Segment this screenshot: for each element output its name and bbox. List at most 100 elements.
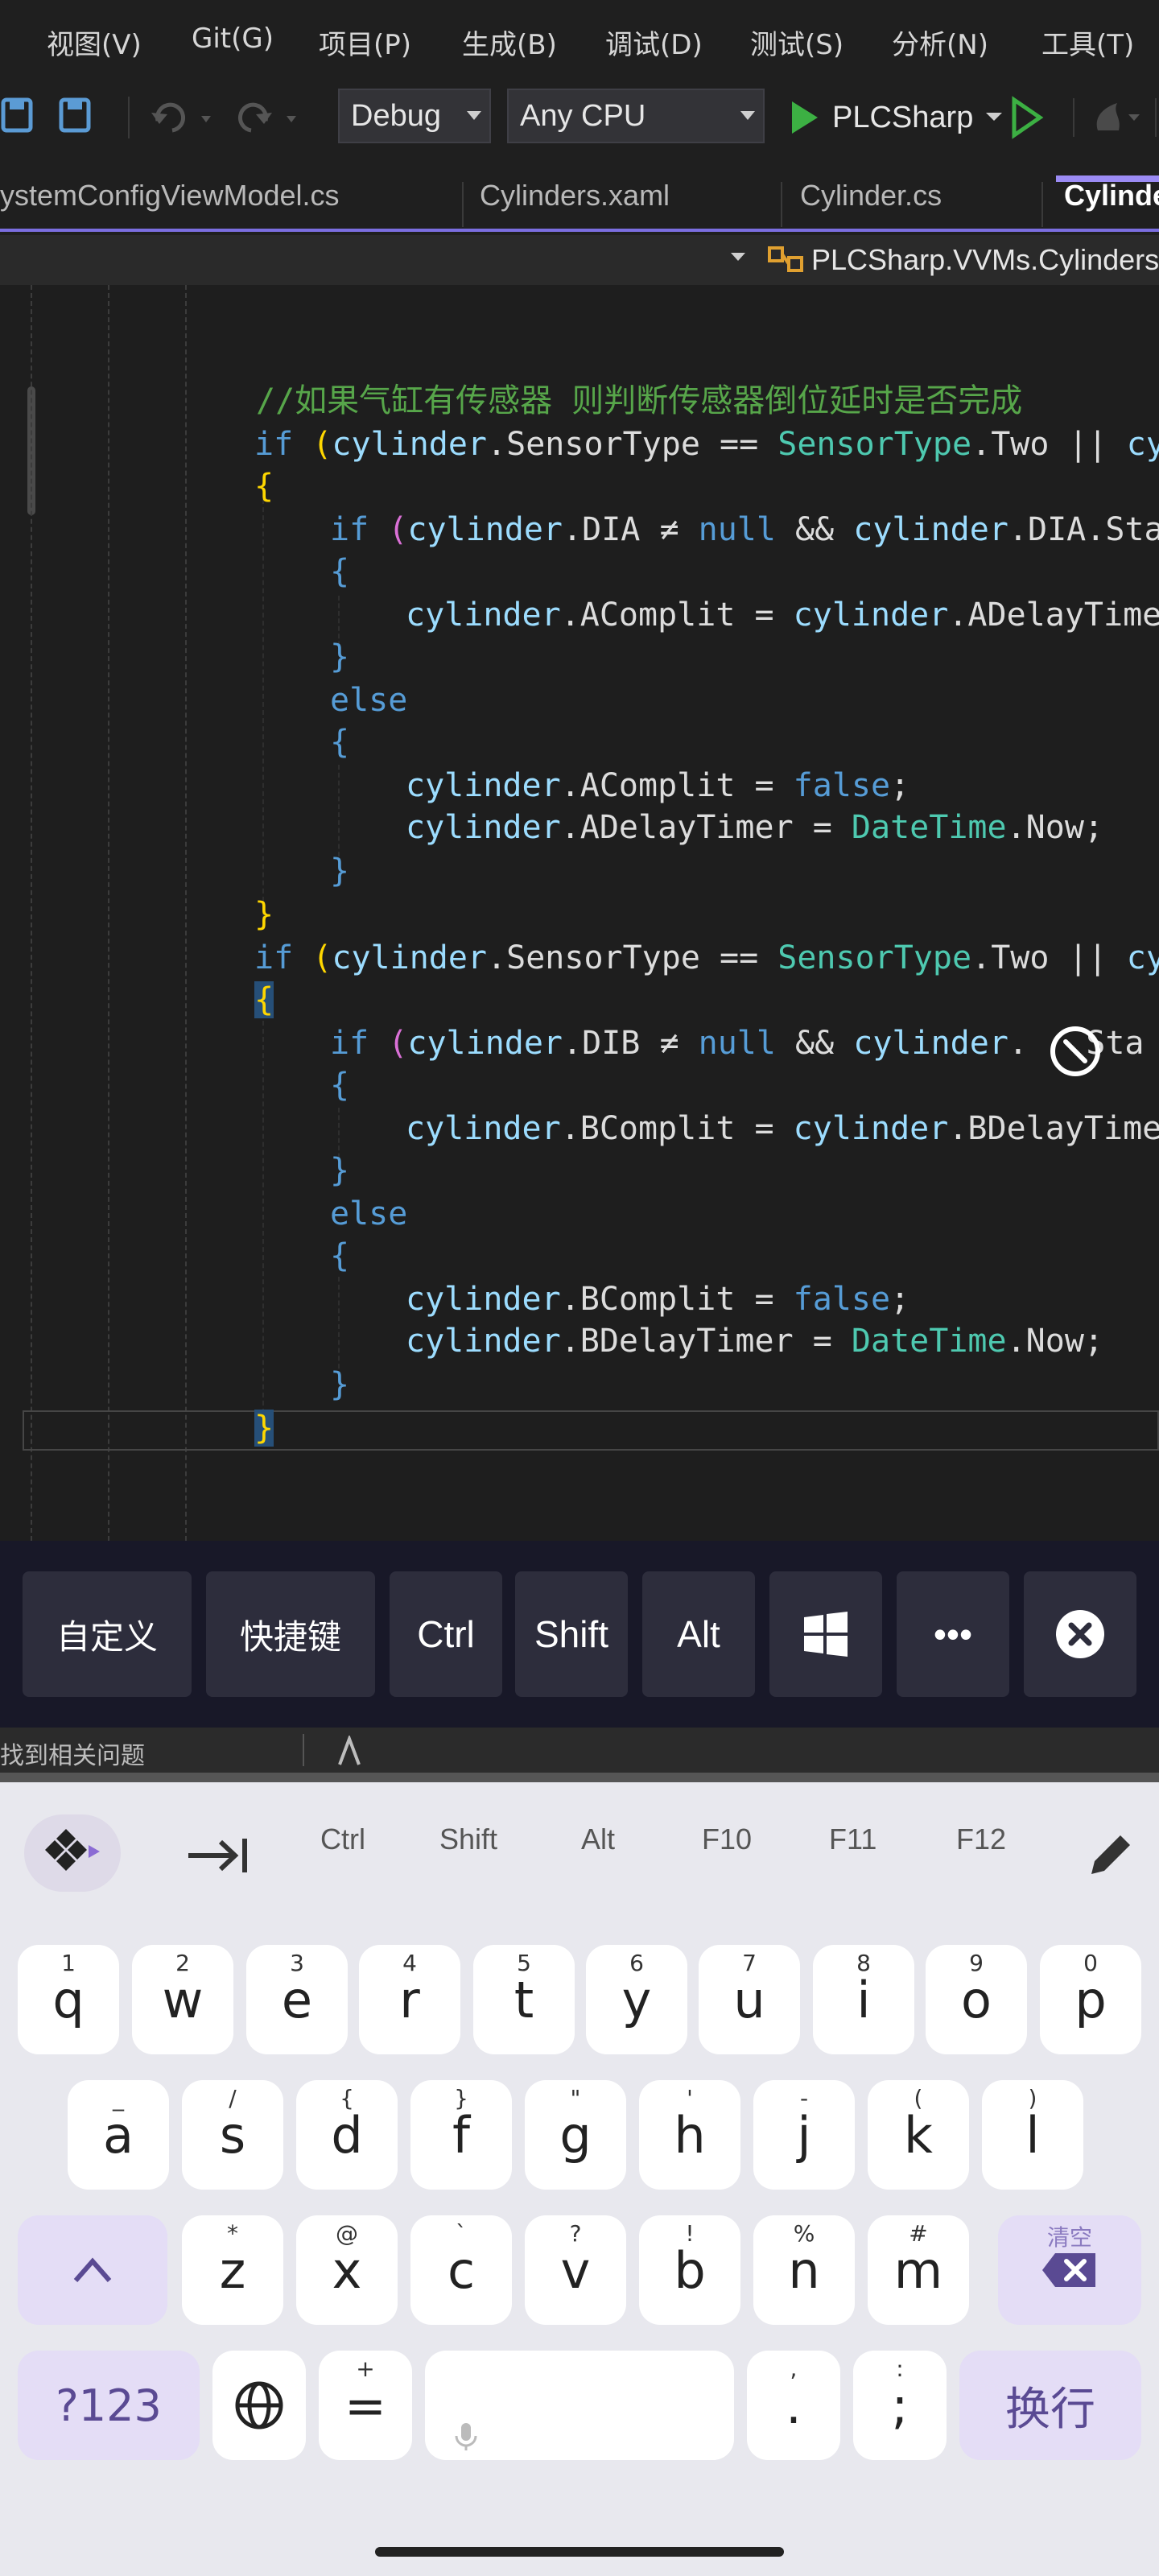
save-icon[interactable]: [1, 97, 33, 133]
status-divider: [0, 1773, 1159, 1782]
menu-analyze[interactable]: 分析(N): [892, 23, 988, 62]
key-h[interactable]: ' h: [639, 2080, 740, 2190]
tab-active[interactable]: Cylinde: [1064, 179, 1159, 213]
chevron-down-icon[interactable]: [1128, 114, 1140, 121]
key-z[interactable]: * z: [182, 2215, 283, 2325]
suggestion-f10[interactable]: F10: [702, 1823, 752, 1856]
key-f[interactable]: } f: [410, 2080, 512, 2190]
suggestion-alt[interactable]: Alt: [581, 1823, 615, 1856]
tab-key-icon[interactable]: [185, 1834, 251, 1877]
space-key[interactable]: [425, 2351, 734, 2460]
menu-tools[interactable]: 工具(T): [1041, 23, 1134, 62]
chevron-down-icon[interactable]: [729, 251, 747, 264]
key-n[interactable]: % n: [753, 2215, 855, 2325]
windows-button[interactable]: [769, 1571, 882, 1697]
language-key[interactable]: [212, 2351, 306, 2460]
keyboard-menu-button[interactable]: [24, 1814, 121, 1892]
config-dropdown[interactable]: Debug: [338, 89, 491, 143]
indent-guide: [108, 285, 109, 1541]
tab-cylinders-xaml[interactable]: Cylinders.xaml: [480, 179, 670, 213]
symbols-key[interactable]: ?123: [18, 2351, 200, 2460]
debug-controls: [1012, 96, 1157, 139]
key-i[interactable]: 8i: [813, 1945, 914, 2054]
token: SensorType: [506, 939, 700, 976]
key-x[interactable]: @ x: [296, 2215, 398, 2325]
home-indicator[interactable]: [375, 2547, 784, 2557]
close-bar-button[interactable]: [1024, 1571, 1136, 1697]
menu-view[interactable]: 视图(V): [47, 23, 142, 62]
toolbar-icons: [1, 97, 296, 138]
menu-test[interactable]: 测试(S): [750, 23, 843, 62]
key-label: w: [162, 1970, 204, 2029]
suggestion-f12[interactable]: F12: [956, 1823, 1006, 1856]
hot-reload-icon[interactable]: [1096, 103, 1120, 130]
shift-button[interactable]: Shift: [515, 1571, 628, 1697]
backspace-key[interactable]: 清空: [998, 2215, 1141, 2325]
touch-cursor-icon[interactable]: [1046, 1022, 1104, 1080]
key-b[interactable]: ! b: [639, 2215, 740, 2325]
alt-button[interactable]: Alt: [642, 1571, 755, 1697]
key-label: y: [621, 1970, 652, 2029]
token: if: [330, 511, 369, 548]
save-all-icon[interactable]: [59, 97, 91, 133]
semicolon-key[interactable]: :;: [853, 2351, 947, 2460]
key-w[interactable]: 2w: [132, 1945, 233, 2054]
key-y[interactable]: 6y: [586, 1945, 687, 2054]
run-button[interactable]: PLCSharp: [789, 93, 1008, 142]
key-p[interactable]: 0p: [1040, 1945, 1141, 2054]
redo-dropdown-icon[interactable]: [287, 116, 296, 122]
suggestion-ctrl[interactable]: Ctrl: [320, 1823, 365, 1856]
key-g[interactable]: " g: [525, 2080, 626, 2190]
comment-text: //如果气缸有传感器 则判断传感器倒位延时是否完成: [256, 382, 1023, 419]
more-button[interactable]: •••: [897, 1571, 1009, 1697]
key-d[interactable]: {d: [296, 2080, 398, 2190]
undo-icon[interactable]: [151, 102, 186, 133]
key-j[interactable]: -j: [753, 2080, 855, 2190]
tab-system-config-view-model[interactable]: ystemConfigViewModel.cs: [0, 179, 340, 213]
code-line-bcomplit-false: cylinder.BComplit = false;: [406, 1281, 910, 1318]
key-label: k: [904, 2105, 933, 2165]
custom-button[interactable]: 自定义: [23, 1571, 192, 1697]
undo-dropdown-icon[interactable]: [201, 116, 211, 122]
key-c[interactable]: ` c: [410, 2215, 512, 2325]
tab-cylinder-cs[interactable]: Cylinder.cs: [800, 179, 942, 213]
key-label: i: [856, 1970, 871, 2029]
token: DIB: [582, 1025, 641, 1062]
key-s[interactable]: / s: [182, 2080, 283, 2190]
token: SensorType: [777, 426, 972, 463]
key-q[interactable]: 1q: [18, 1945, 119, 2054]
key-o[interactable]: 9o: [926, 1945, 1027, 2054]
period-key[interactable]: ,.: [747, 2351, 840, 2460]
menu-project[interactable]: 项目(P): [319, 23, 411, 62]
enter-key[interactable]: 换行: [959, 2351, 1141, 2460]
redo-icon[interactable]: [237, 102, 272, 133]
key-m[interactable]: # m: [868, 2215, 969, 2325]
code-line: }: [330, 638, 350, 675]
key-hint: ": [570, 2085, 581, 2112]
code-line: {: [330, 724, 350, 761]
key-r[interactable]: 4r: [359, 1945, 460, 2054]
key-label: m: [893, 2240, 943, 2300]
suggestion-shift[interactable]: Shift: [439, 1823, 497, 1856]
suggestion-f11[interactable]: F11: [829, 1823, 876, 1856]
token: cylinder: [853, 1025, 1008, 1062]
hotkeys-button[interactable]: 快捷键: [206, 1571, 375, 1697]
indent-guide: [31, 285, 32, 1541]
shift-key[interactable]: [18, 2215, 167, 2325]
key-a[interactable]: _ a: [68, 2080, 169, 2190]
platform-dropdown[interactable]: Any CPU: [507, 89, 765, 143]
key-u[interactable]: 7u: [699, 1945, 800, 2054]
equals-key[interactable]: + =: [319, 2351, 412, 2460]
key-t[interactable]: 5t: [473, 1945, 575, 2054]
ctrl-button[interactable]: Ctrl: [390, 1571, 502, 1697]
menu-debug[interactable]: 调试(D): [605, 23, 703, 62]
key-l[interactable]: ) l: [982, 2080, 1083, 2190]
key-k[interactable]: (k: [868, 2080, 969, 2190]
menu-git[interactable]: Git(G): [192, 23, 274, 55]
menu-build[interactable]: 生成(B): [462, 23, 557, 62]
edit-pencil-icon[interactable]: [1085, 1829, 1136, 1880]
key-e[interactable]: 3e: [246, 1945, 348, 2054]
start-without-debug-icon[interactable]: [1012, 96, 1044, 139]
backspace-icon: [1042, 2253, 1095, 2287]
key-v[interactable]: ? v: [525, 2215, 626, 2325]
